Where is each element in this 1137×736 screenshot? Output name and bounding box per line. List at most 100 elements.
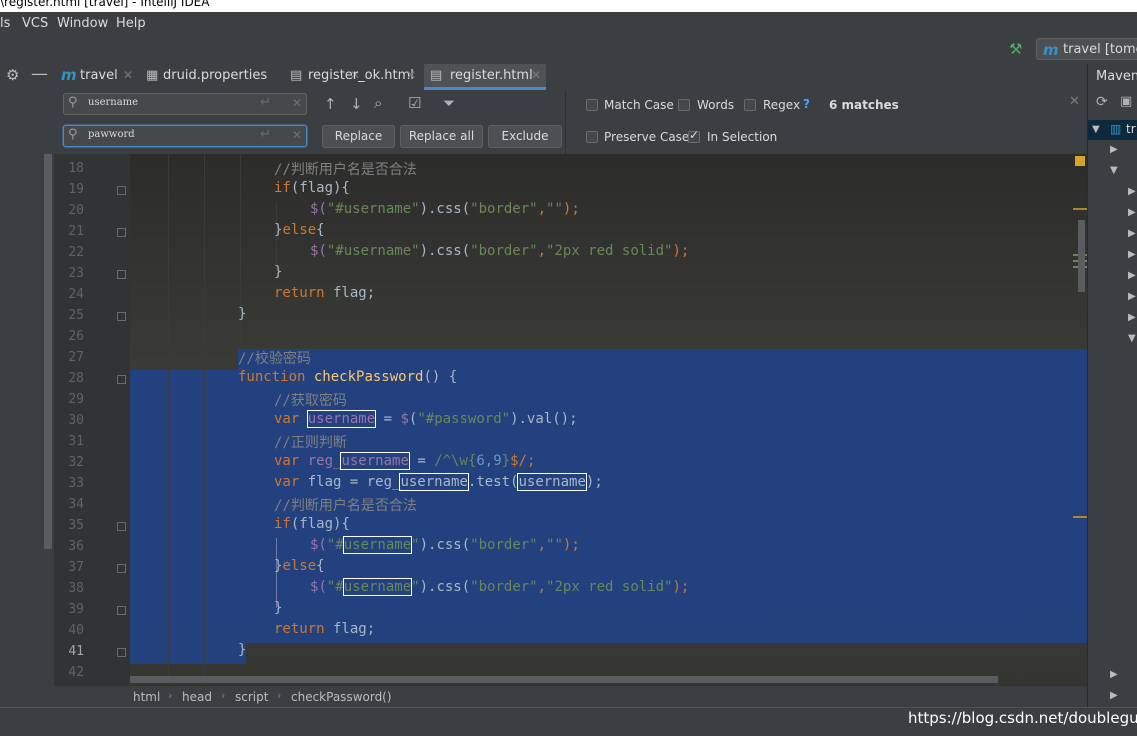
maven-root-row[interactable]: ▼ ▥ tr <box>1088 120 1137 140</box>
select-all-occurrences-icon[interactable]: ☑ <box>408 94 421 112</box>
line-number: 28 <box>68 371 84 386</box>
expand-arrow-icon[interactable]: ▶ <box>1128 228 1136 239</box>
code-line-22: $("#username").css("border","2px red sol… <box>310 243 689 259</box>
breadcrumb-item[interactable]: script <box>235 690 268 704</box>
string: "# <box>326 537 344 553</box>
clear-icon[interactable]: ✕ <box>292 96 302 110</box>
close-icon[interactable]: ✕ <box>531 68 541 82</box>
tab-register-ok[interactable]: ▤ register_ok.html ✕ <box>284 64 424 90</box>
menu-help[interactable]: Help <box>116 16 146 31</box>
expand-arrow-icon[interactable]: ▶ <box>1128 249 1136 260</box>
project-scrollbar[interactable] <box>44 154 52 549</box>
new-line-icon[interactable]: ↵ <box>260 95 271 110</box>
match-case-label: Match Case <box>604 98 674 112</box>
regex-help-link[interactable]: ? <box>803 97 810 111</box>
close-icon[interactable]: ✕ <box>406 68 416 82</box>
search-value: username <box>88 97 139 108</box>
search-field[interactable]: ⚲ username ↵ ✕ <box>63 93 307 115</box>
error-stripe-marker[interactable] <box>1073 208 1087 210</box>
gear-icon[interactable]: ⚙ <box>6 66 19 84</box>
replace-all-button[interactable]: Replace all <box>400 125 483 148</box>
fold-marker-icon[interactable] <box>117 270 126 279</box>
run-configuration-selector[interactable]: m travel [tomcat <box>1036 38 1137 60</box>
refresh-icon[interactable]: ⟳ <box>1096 94 1108 110</box>
close-icon[interactable]: ✕ <box>1069 94 1080 109</box>
tab-register[interactable]: ▤ register.html ✕ <box>424 64 546 90</box>
code-text: , <box>537 243 547 259</box>
tab-druid-properties[interactable]: ▦ druid.properties ✕ <box>140 64 360 90</box>
clear-icon[interactable]: ✕ <box>292 128 302 142</box>
add-project-icon[interactable]: ▣ <box>1120 94 1132 109</box>
preserve-case-checkbox[interactable] <box>586 131 598 143</box>
expand-arrow-icon[interactable]: ▶ <box>1128 186 1136 197</box>
hide-panel-icon[interactable]: — <box>31 64 48 84</box>
line-number: 38 <box>68 581 84 596</box>
menu-tools[interactable]: ls <box>0 16 10 31</box>
fold-marker-icon[interactable] <box>117 564 126 573</box>
code-line-33: var flag = reg_username.test(username); <box>274 473 603 491</box>
chevron-right-icon: › <box>277 689 282 702</box>
regex: } <box>501 453 511 469</box>
inspection-status-icon[interactable] <box>1075 156 1085 166</box>
fold-marker-icon[interactable] <box>117 186 126 195</box>
number: 6,9 <box>476 453 502 469</box>
collapse-arrow-icon[interactable]: ▼ <box>1128 333 1136 344</box>
error-stripe-marker[interactable] <box>1073 516 1087 518</box>
fold-marker-icon[interactable] <box>117 522 126 531</box>
new-line-icon[interactable]: ↵ <box>260 127 271 142</box>
next-occurrence-icon[interactable]: ↓ <box>350 95 363 113</box>
vertical-scrollbar[interactable] <box>1078 220 1085 292</box>
fold-marker-icon[interactable] <box>117 228 126 237</box>
breadcrumb-item[interactable]: checkPassword() <box>291 690 392 704</box>
line-number: 31 <box>68 434 84 449</box>
expand-arrow-icon[interactable]: ▶ <box>1110 144 1118 155</box>
code-line-40: return flag; <box>274 621 375 637</box>
close-icon[interactable]: ✕ <box>123 68 133 82</box>
properties-file-icon: ▦ <box>146 68 159 83</box>
expand-arrow-icon[interactable]: ▶ <box>1110 690 1118 701</box>
fold-marker-icon[interactable] <box>117 606 126 615</box>
horizontal-scrollbar[interactable] <box>130 676 998 683</box>
keyword: else <box>282 222 317 238</box>
fold-marker-icon[interactable] <box>117 648 126 657</box>
expand-arrow-icon[interactable]: ▶ <box>1110 669 1118 680</box>
replace-field[interactable]: ⚲ pawword ↵ ✕ <box>63 125 307 147</box>
exclude-button[interactable]: Exclude <box>488 125 562 148</box>
replace-button[interactable]: Replace <box>322 125 395 148</box>
previous-occurrence-icon[interactable]: ↑ <box>324 95 337 113</box>
tab-travel[interactable]: m travel ✕ <box>58 64 138 90</box>
menu-vcs[interactable]: VCS <box>22 16 48 31</box>
menu-window[interactable]: Window <box>57 16 108 31</box>
fold-marker-icon[interactable] <box>117 375 126 384</box>
code-line-25: } <box>238 306 246 322</box>
maven-root-label: tr <box>1126 122 1136 136</box>
expand-arrow-icon[interactable]: ▶ <box>1128 312 1136 323</box>
match-case-checkbox[interactable] <box>586 99 598 111</box>
breadcrumb-item[interactable]: head <box>182 690 212 704</box>
expand-arrow-icon[interactable]: ▶ <box>1128 270 1136 281</box>
code-editor[interactable]: 18 19 20 21 22 23 24 25 26 27 28 29 30 3… <box>54 154 1087 685</box>
chevron-right-icon: › <box>168 689 173 702</box>
line-number: 29 <box>68 392 84 407</box>
expand-arrow-icon[interactable]: ▶ <box>1128 207 1136 218</box>
collapse-arrow-icon[interactable]: ▼ <box>1110 165 1118 176</box>
expand-arrow-icon[interactable]: ▶ <box>1128 291 1136 302</box>
words-checkbox[interactable] <box>678 99 690 111</box>
code-text: { <box>316 222 325 238</box>
line-number: 22 <box>68 245 84 260</box>
code-text: ); <box>585 474 603 490</box>
code-text: flag; <box>324 621 376 637</box>
find-all-icon[interactable]: ⌕ <box>374 94 382 112</box>
in-selection-checkbox[interactable] <box>688 128 700 143</box>
code-text: .test( <box>467 474 519 490</box>
string: "border" <box>470 579 538 595</box>
fold-marker-icon[interactable] <box>117 312 126 321</box>
code-text: } <box>274 264 283 280</box>
regex-checkbox[interactable] <box>744 99 756 111</box>
filter-icon[interactable]: ⏷ <box>443 94 455 112</box>
breadcrumb-item[interactable]: html <box>133 690 160 704</box>
string: "#password" <box>417 411 511 427</box>
build-hammer-icon[interactable]: ⚒ <box>1009 40 1025 58</box>
line-number: 32 <box>68 455 84 470</box>
line-number: 42 <box>68 665 84 680</box>
